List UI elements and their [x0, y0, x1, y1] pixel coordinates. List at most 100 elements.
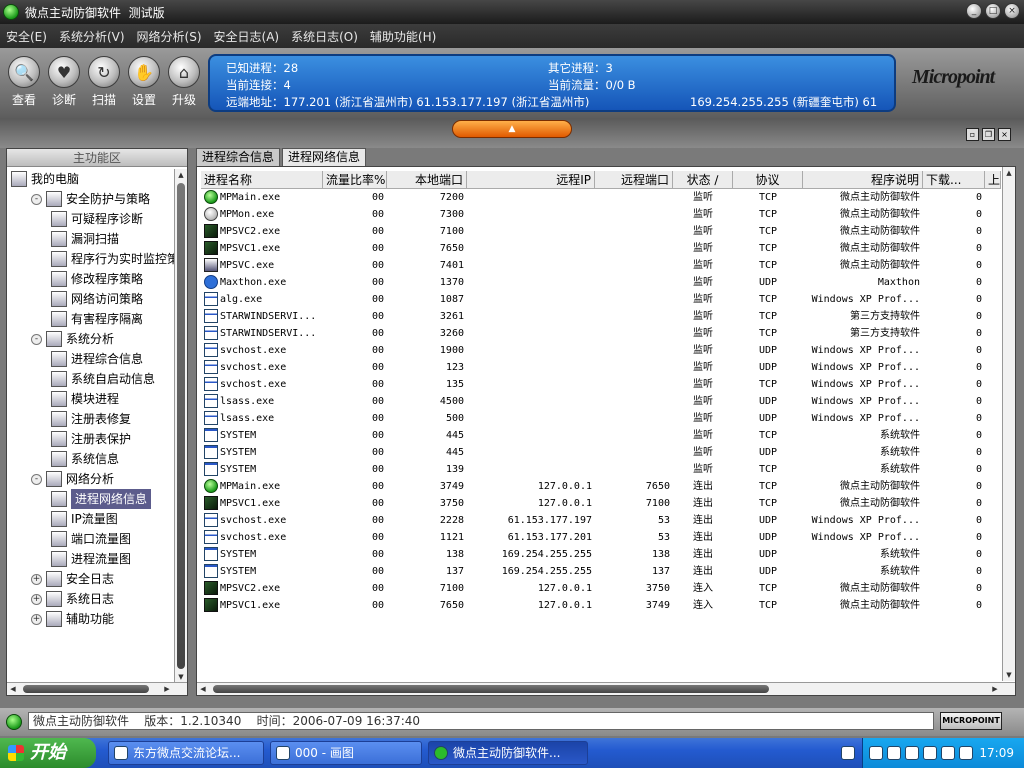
tree-item[interactable]: 修改程序策略 — [51, 269, 143, 289]
left-vertical-scrollbar[interactable]: ▲ ▼ — [174, 169, 187, 683]
menu-security[interactable]: 安全(E) — [6, 28, 47, 45]
tree-item[interactable]: 进程综合信息 — [51, 349, 143, 369]
tree-item[interactable]: 系统自启动信息 — [51, 369, 155, 389]
panel-restore-icon[interactable]: ❐ — [982, 128, 995, 141]
col-description[interactable]: 程序说明 — [803, 171, 923, 189]
start-button[interactable]: 开始 — [0, 738, 96, 768]
col-remote-ip[interactable]: 远程IP — [467, 171, 595, 189]
scroll-right-arrow-icon[interactable]: ▶ — [161, 683, 173, 695]
scan-button[interactable]: ↻ 扫描 — [84, 56, 124, 108]
table-row[interactable]: MPSVC1.exe 00 7650 监听 TCP 微点主动防御软件 0 — [201, 240, 1001, 257]
tree-item[interactable]: 模块进程 — [51, 389, 119, 409]
tree-item[interactable]: 可疑程序诊断 — [51, 209, 143, 229]
scroll-thumb-horizontal[interactable] — [23, 685, 149, 693]
tab-process-network[interactable]: 进程网络信息 — [282, 148, 367, 166]
left-horizontal-scrollbar[interactable]: ◀ ▶ — [7, 682, 187, 695]
table-row[interactable]: STARWINDSERVI... 00 3261 监听 TCP 第三方支持软件 0 — [201, 308, 1001, 325]
tray-chevron-icon[interactable] — [869, 746, 883, 760]
task-forum[interactable]: 东方微点交流论坛... — [108, 741, 264, 765]
scroll-left-arrow-icon[interactable]: ◀ — [197, 683, 209, 695]
expand-icon[interactable]: + — [31, 593, 42, 605]
table-row[interactable]: MPSVC.exe 00 7401 监听 TCP 微点主动防御软件 0 — [201, 257, 1001, 274]
task-paint[interactable]: 000 - 画图 — [270, 741, 422, 765]
table-row[interactable]: svchost.exe 00 123 监听 UDP Windows XP Prof... 0 — [201, 359, 1001, 376]
expand-icon[interactable]: + — [31, 573, 42, 585]
scroll-thumb-horizontal[interactable] — [213, 685, 769, 693]
table-row[interactable]: lsass.exe 00 4500 监听 UDP Windows XP Prof... 0 — [201, 393, 1001, 410]
scroll-thumb[interactable] — [177, 183, 185, 669]
tree-item[interactable]: 端口流量图 — [51, 529, 131, 549]
collapse-icon[interactable]: - — [31, 193, 42, 205]
table-row[interactable]: svchost.exe 00 1121 61.153.177.201 53 连出 UDP Wi… — [201, 529, 1001, 546]
tree-item[interactable]: - 系统分析 — [31, 329, 114, 349]
table-row[interactable]: Maxthon.exe 00 1370 监听 UDP Maxthon 0 — [201, 274, 1001, 291]
col-download[interactable]: 下载... — [923, 171, 985, 189]
col-protocol[interactable]: 协议 — [733, 171, 803, 189]
table-row[interactable]: SYSTEM 00 445 监听 UDP 系统软件 0 — [201, 444, 1001, 461]
tree-item[interactable]: + 辅助功能 — [31, 609, 114, 629]
menu-security-log[interactable]: 安全日志(A) — [214, 28, 280, 45]
maxthon-icon[interactable] — [923, 746, 937, 760]
tree-item[interactable]: 我的电脑 — [11, 169, 79, 189]
network-icon[interactable] — [887, 746, 901, 760]
menu-help[interactable]: 辅助功能(H) — [370, 28, 436, 45]
security-icon[interactable] — [959, 746, 973, 760]
tree-item[interactable]: 有害程序隔离 — [51, 309, 143, 329]
table-row[interactable]: MPMain.exe 00 3749 127.0.0.1 7650 连出 TCP 微点主动防御… — [201, 478, 1001, 495]
scroll-down-arrow-icon[interactable]: ▼ — [1003, 669, 1015, 681]
tree-item[interactable]: 注册表保护 — [51, 429, 131, 449]
diagnose-button[interactable]: ♥ 诊断 — [44, 56, 84, 108]
close-button[interactable]: × — [1004, 3, 1020, 19]
monitor-icon[interactable] — [941, 746, 955, 760]
maximize-button[interactable]: □ — [985, 3, 1001, 19]
keyboard-icon[interactable] — [841, 746, 855, 760]
collapse-icon[interactable]: - — [31, 333, 42, 345]
settings-button[interactable]: ✋ 设置 — [124, 56, 164, 108]
table-row[interactable]: SYSTEM 00 445 监听 TCP 系统软件 0 — [201, 427, 1001, 444]
right-horizontal-scrollbar[interactable]: ◀ ▶ — [197, 682, 1015, 695]
col-remote-port[interactable]: 远程端口 — [595, 171, 673, 189]
upgrade-button[interactable]: ⌂ 升级 — [164, 56, 204, 108]
col-traffic-ratio[interactable]: 流量比率% — [323, 171, 387, 189]
table-row[interactable]: SYSTEM 00 137 169.254.255.255 137 连出 UDP 系统软件 0 — [201, 563, 1001, 580]
scroll-right-arrow-icon[interactable]: ▶ — [989, 683, 1001, 695]
tree-item[interactable]: 程序行为实时监控策 — [51, 249, 175, 269]
tree-item[interactable]: + 安全日志 — [31, 569, 114, 589]
tree-item[interactable]: + 系统日志 — [31, 589, 114, 609]
tab-process-info[interactable]: 进程综合信息 — [196, 148, 281, 166]
col-local-port[interactable]: 本地端口 — [387, 171, 467, 189]
table-row[interactable]: svchost.exe 00 2228 61.153.177.197 53 连出 UDP Wi… — [201, 512, 1001, 529]
menu-system-log[interactable]: 系统日志(O) — [291, 28, 358, 45]
scroll-up-arrow-icon[interactable]: ▲ — [175, 169, 187, 181]
table-row[interactable]: MPMon.exe 00 7300 监听 TCP 微点主动防御软件 0 — [201, 206, 1001, 223]
scroll-up-arrow-icon[interactable]: ▲ — [1003, 167, 1015, 179]
tree-item[interactable]: 系统信息 — [51, 449, 119, 469]
table-row[interactable]: MPSVC1.exe 00 7650 127.0.0.1 3749 连入 TCP 微点主动防御… — [201, 597, 1001, 614]
collapse-icon[interactable]: - — [31, 473, 42, 485]
table-row[interactable]: MPSVC1.exe 00 3750 127.0.0.1 7100 连出 TCP 微点主动防御… — [201, 495, 1001, 512]
right-vertical-scrollbar[interactable]: ▲ ▼ — [1002, 167, 1015, 681]
col-status[interactable]: 状态 ∕ — [673, 171, 733, 189]
table-row[interactable]: MPSVC2.exe 00 7100 监听 TCP 微点主动防御软件 0 — [201, 223, 1001, 240]
table-row[interactable]: STARWINDSERVI... 00 3260 监听 TCP 第三方支持软件 0 — [201, 325, 1001, 342]
collapse-toolbar-button[interactable]: ▲ — [452, 120, 572, 138]
table-row[interactable]: MPSVC2.exe 00 7100 127.0.0.1 3750 连入 TCP 微点主动防御… — [201, 580, 1001, 597]
tree-item[interactable]: 进程流量图 — [51, 549, 131, 569]
tree-item[interactable]: 进程网络信息 — [51, 489, 152, 509]
menu-network-analysis[interactable]: 网络分析(S) — [137, 28, 202, 45]
table-row[interactable]: SYSTEM 00 139 监听 TCP 系统软件 0 — [201, 461, 1001, 478]
shield-icon[interactable] — [905, 746, 919, 760]
table-row[interactable]: svchost.exe 00 135 监听 TCP Windows XP Prof... 0 — [201, 376, 1001, 393]
col-process-name[interactable]: 进程名称 — [201, 171, 323, 189]
tree-item[interactable]: IP流量图 — [51, 509, 118, 529]
tree-item[interactable]: 注册表修复 — [51, 409, 131, 429]
menu-system-analysis[interactable]: 系统分析(V) — [59, 28, 125, 45]
panel-close-icon[interactable]: × — [998, 128, 1011, 141]
col-upload[interactable]: 上 — [985, 171, 1001, 189]
tree-item[interactable]: - 安全防护与策略 — [31, 189, 150, 209]
scroll-left-arrow-icon[interactable]: ◀ — [7, 683, 19, 695]
tree-item[interactable]: 漏洞扫描 — [51, 229, 119, 249]
task-micropoint[interactable]: 微点主动防御软件... — [428, 741, 588, 765]
table-row[interactable]: MPMain.exe 00 7200 监听 TCP 微点主动防御软件 0 — [201, 189, 1001, 206]
expand-icon[interactable]: + — [31, 613, 42, 625]
